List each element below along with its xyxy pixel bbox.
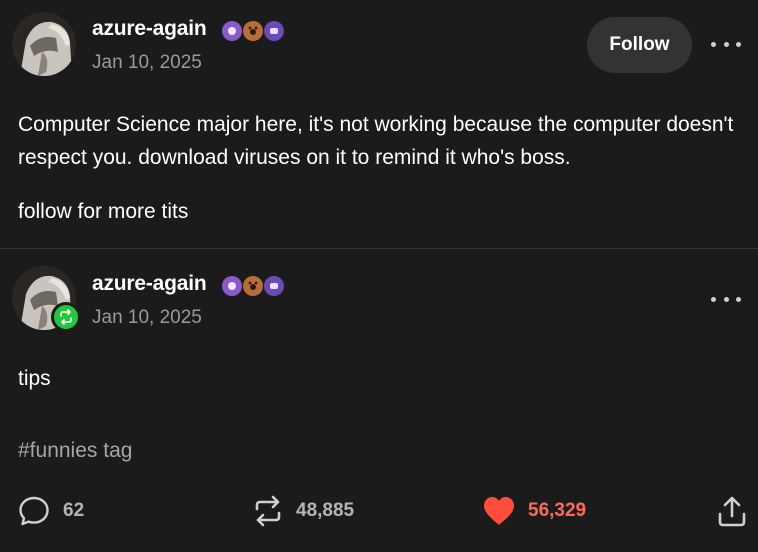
post-body-text: Computer Science major here, it's not wo… xyxy=(18,113,734,169)
post-body-text: tips xyxy=(18,367,51,390)
follow-button[interactable]: Follow xyxy=(587,17,692,73)
badge-icon xyxy=(243,21,263,41)
share-button[interactable] xyxy=(717,491,747,531)
user-badges xyxy=(222,276,284,296)
reblog-icon xyxy=(60,309,72,325)
avatar-image xyxy=(12,12,76,76)
original-post: azure-again Jan 10, 2025 Follow Computer… xyxy=(0,0,758,249)
reply-count: 62 xyxy=(63,500,85,521)
ellipsis-icon[interactable] xyxy=(711,38,741,50)
avatar[interactable] xyxy=(12,12,76,76)
badge-icon xyxy=(243,276,263,296)
username[interactable]: azure-again xyxy=(92,17,207,41)
post-tag[interactable]: #funnies tag xyxy=(18,439,132,463)
badge-icon xyxy=(222,21,242,41)
reblog-badge xyxy=(51,302,81,332)
ellipsis-icon[interactable] xyxy=(711,293,741,305)
username[interactable]: azure-again xyxy=(92,272,207,296)
reblog-count: 48,885 xyxy=(296,500,355,521)
reblog-icon xyxy=(255,495,281,527)
heart-icon xyxy=(484,497,514,525)
like-count: 56,329 xyxy=(528,500,587,521)
reply-icon xyxy=(19,496,49,526)
badge-icon xyxy=(264,21,284,41)
user-badges xyxy=(222,21,284,41)
reblog-button[interactable]: 48,885 xyxy=(252,491,354,531)
post-date[interactable]: Jan 10, 2025 xyxy=(92,307,202,329)
reply-button[interactable]: 62 xyxy=(17,491,84,531)
badge-icon xyxy=(222,276,242,296)
post-body-text: follow for more tits xyxy=(18,200,189,223)
post-date[interactable]: Jan 10, 2025 xyxy=(92,52,202,74)
share-icon xyxy=(718,496,746,527)
badge-icon xyxy=(264,276,284,296)
like-button[interactable]: 56,329 xyxy=(482,491,586,531)
